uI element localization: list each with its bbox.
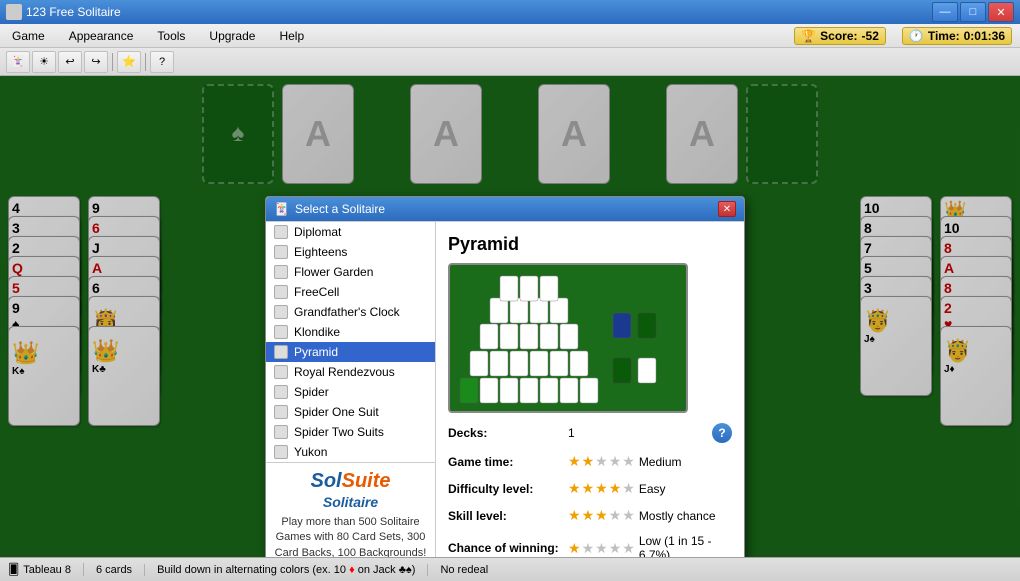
pyramid-preview-svg	[458, 268, 678, 408]
dialog-icon: 🃏	[274, 202, 289, 216]
stat-skill: Skill level: ★ ★ ★ ★ ★ Mostly chance	[448, 507, 732, 524]
status-cards: 6 cards	[96, 564, 145, 576]
game-area: ♠ A A A A 4♠ 3♠ 2♠ Q♥ 5♦ 9♠9♠ 👑K♠ 9♣ 6♥ …	[0, 76, 1020, 557]
game-icon-freecell	[274, 285, 288, 299]
toolbar-separator	[112, 53, 113, 71]
score-value: -52	[862, 29, 879, 43]
game-icon-spider	[274, 385, 288, 399]
skill-stars: ★ ★ ★ ★ ★	[568, 507, 635, 524]
dialog-title-text: Select a Solitaire	[295, 202, 385, 216]
status-game-type: 🂠 Tableau 8	[8, 563, 84, 576]
time-display: 🕐 Time: 0:01:36	[902, 27, 1012, 45]
game-icon-eighteens	[274, 245, 288, 259]
menu-upgrade[interactable]: Upgrade	[205, 27, 259, 45]
time-label: Time:	[928, 29, 960, 43]
game-item-freecell[interactable]: FreeCell	[266, 282, 435, 302]
score-display: 🏆 Score: -52	[794, 27, 886, 45]
menu-appearance[interactable]: Appearance	[65, 27, 138, 45]
game-icon-flower-garden	[274, 265, 288, 279]
toolbar-undo[interactable]: ↩	[58, 51, 82, 73]
game-preview	[448, 263, 688, 413]
status-redeal: No redeal	[440, 564, 500, 576]
dialog-overlay: 🃏 Select a Solitaire ✕ Diplomat	[0, 76, 1020, 557]
game-item-eighteens[interactable]: Eighteens	[266, 242, 435, 262]
toolbar-new-game[interactable]: 🃏	[6, 51, 30, 73]
game-item-diplomat[interactable]: Diplomat	[266, 222, 435, 242]
game-icon-grandfathers-clock	[274, 305, 288, 319]
ad-panel: SolSuiteSolitaire Play more than 500 Sol…	[266, 462, 435, 557]
game-icon-klondike	[274, 325, 288, 339]
stat-game-time: Game time: ★ ★ ★ ★ ★ Medium	[448, 453, 732, 470]
game-time-stars: ★ ★ ★ ★ ★	[568, 453, 635, 470]
close-button[interactable]: ✕	[988, 2, 1014, 22]
status-redeal-text: No redeal	[440, 564, 488, 576]
game-item-spider-one-suit[interactable]: Spider One Suit	[266, 402, 435, 422]
toolbar-help[interactable]: ?	[150, 51, 174, 73]
game-item-pyramid[interactable]: Pyramid	[266, 342, 435, 362]
toolbar-sun[interactable]: ☀	[32, 51, 56, 73]
time-value: 0:01:36	[964, 29, 1005, 43]
status-rules: Build down in alternating colors (ex. 10…	[157, 564, 428, 576]
toolbar-star[interactable]: ⭐	[117, 51, 141, 73]
game-icon-royal-rendezvous	[274, 365, 288, 379]
sol-logo: SolSuiteSolitaire	[274, 471, 427, 511]
app-icon	[6, 4, 22, 20]
status-rules-text: Build down in alternating colors (ex. 10…	[157, 564, 415, 576]
toolbar-redo[interactable]: ↪	[84, 51, 108, 73]
game-icon-spider-two-suits	[274, 425, 288, 439]
game-item-spider[interactable]: Spider	[266, 382, 435, 402]
dialog-close-button[interactable]: ✕	[718, 201, 736, 217]
stats-section: Decks: 1 ? Game time: ★ ★ ★	[448, 423, 732, 557]
game-detail-panel: Pyramid	[436, 222, 744, 557]
toolbar: 🃏 ☀ ↩ ↪ ⭐ ?	[0, 48, 1020, 76]
score-label: Score:	[820, 29, 857, 43]
ad-text: Play more than 500 Solitaire Games with …	[274, 515, 427, 557]
game-item-yukon[interactable]: Yukon	[266, 442, 435, 462]
select-solitaire-dialog: 🃏 Select a Solitaire ✕ Diplomat	[265, 196, 745, 557]
score-icon: 🏆	[801, 29, 816, 43]
time-icon: 🕐	[909, 29, 924, 43]
game-item-flower-garden[interactable]: Flower Garden	[266, 262, 435, 282]
game-item-klondike[interactable]: Klondike	[266, 322, 435, 342]
left-panel: Diplomat Eighteens Flower Garden Fr	[266, 222, 436, 557]
chance-stars: ★ ★ ★ ★ ★	[568, 540, 635, 557]
game-icon-yukon	[274, 445, 288, 459]
maximize-button[interactable]: □	[960, 2, 986, 22]
stat-difficulty: Difficulty level: ★ ★ ★ ★ ★ Easy	[448, 480, 732, 497]
menu-help[interactable]: Help	[275, 27, 308, 45]
game-item-grandfathers-clock[interactable]: Grandfather's Clock	[266, 302, 435, 322]
game-item-spider-two-suits[interactable]: Spider Two Suits	[266, 422, 435, 442]
game-icon-spider-one-suit	[274, 405, 288, 419]
help-button[interactable]: ?	[712, 423, 732, 443]
status-tableau: Tableau 8	[23, 564, 71, 576]
dialog-title-bar: 🃏 Select a Solitaire ✕	[266, 197, 744, 221]
stat-decks: Decks: 1 ?	[448, 423, 732, 443]
selected-game-title: Pyramid	[448, 234, 732, 255]
game-list: Diplomat Eighteens Flower Garden Fr	[266, 222, 435, 462]
status-bar: 🂠 Tableau 8 6 cards Build down in altern…	[0, 557, 1020, 581]
menu-game[interactable]: Game	[8, 27, 49, 45]
game-icon-pyramid	[274, 345, 288, 359]
window-title: 123 Free Solitaire	[26, 5, 121, 19]
window-controls: — □ ✕	[932, 2, 1014, 22]
stat-chance: Chance of winning: ★ ★ ★ ★ ★ Low (1 in 1…	[448, 534, 732, 557]
game-item-royal-rendezvous[interactable]: Royal Rendezvous	[266, 362, 435, 382]
status-cards-count: 6 cards	[96, 564, 132, 576]
minimize-button[interactable]: —	[932, 2, 958, 22]
status-icon: 🂠	[8, 563, 19, 576]
toolbar-separator2	[145, 53, 146, 71]
game-icon-diplomat	[274, 225, 288, 239]
menu-tools[interactable]: Tools	[153, 27, 189, 45]
title-bar: 123 Free Solitaire — □ ✕	[0, 0, 1020, 24]
difficulty-stars: ★ ★ ★ ★ ★	[568, 480, 635, 497]
menu-bar: Game Appearance Tools Upgrade Help 🏆 Sco…	[0, 24, 1020, 48]
dialog-body: Diplomat Eighteens Flower Garden Fr	[266, 221, 744, 557]
